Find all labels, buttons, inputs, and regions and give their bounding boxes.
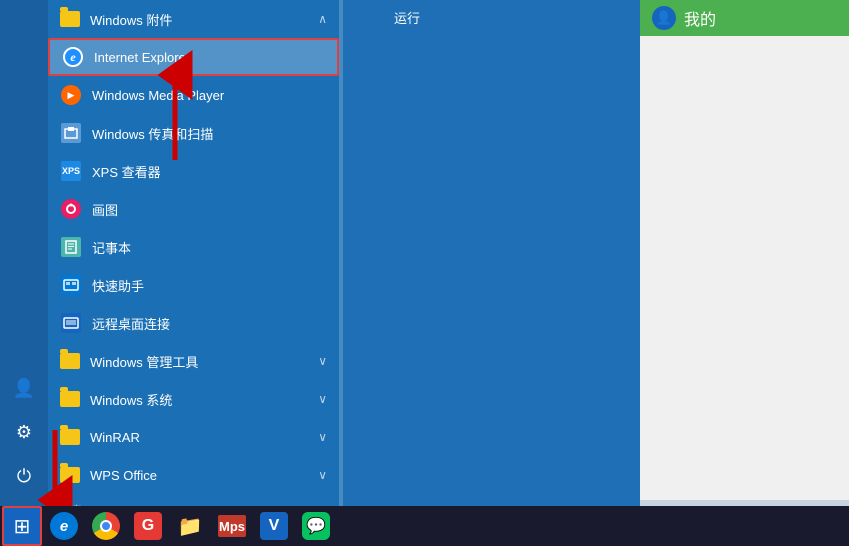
windows-admin-label: Windows 管理工具 bbox=[90, 352, 198, 371]
sidebar-power-icon[interactable]: ⏻ bbox=[4, 456, 44, 496]
folder-system-expand-icon: ∨ bbox=[318, 392, 327, 406]
folder-icon bbox=[60, 11, 80, 27]
windows-system-label: Windows 系统 bbox=[90, 390, 172, 409]
folder-system-icon bbox=[60, 391, 80, 407]
remote-desktop-app-icon bbox=[60, 312, 82, 334]
winrar-item[interactable]: WinRAR ∨ bbox=[48, 418, 339, 456]
fax-app-icon bbox=[60, 122, 82, 144]
start-sidebar: 👤 ⚙ ⏻ bbox=[0, 0, 48, 506]
windows-admin-item[interactable]: Windows 管理工具 ∨ bbox=[48, 342, 339, 380]
folder-wps-expand-icon: ∨ bbox=[318, 468, 327, 482]
desktop: 👤 我的 👤 ⚙ ⏻ Windows 附件 bbox=[0, 0, 849, 546]
windows-accessories-item[interactable]: Windows 附件 ∧ bbox=[48, 0, 339, 38]
remote-desktop-item[interactable]: 远程桌面连接 bbox=[48, 304, 339, 342]
v-app-taskbar-icon[interactable]: V bbox=[254, 506, 294, 546]
user-avatar-icon: 👤 bbox=[652, 6, 676, 30]
tiles-area: 运行 bbox=[343, 0, 640, 506]
folder-expand-icon: ∧ bbox=[318, 12, 327, 26]
fax-label: Windows 传真和扫描 bbox=[92, 124, 213, 143]
winrar-label: WinRAR bbox=[90, 430, 140, 445]
paint-label: 画图 bbox=[92, 200, 118, 219]
folder-admin-icon bbox=[60, 353, 80, 369]
windows-media-player-item[interactable]: ▶ Windows Media Player bbox=[48, 76, 339, 114]
start-menu: 👤 ⚙ ⏻ Windows 附件 ∧ bbox=[0, 0, 640, 506]
windows-media-player-label: Windows Media Player bbox=[92, 88, 224, 103]
paint-app-icon bbox=[60, 198, 82, 220]
app-list-container: Windows 附件 ∧ e Internet Explorer ▶ bbox=[48, 0, 343, 506]
notepad-label: 记事本 bbox=[92, 238, 131, 257]
folder-admin-expand-icon: ∨ bbox=[318, 354, 327, 368]
internet-explorer-label: Internet Explorer bbox=[94, 50, 190, 65]
xps-app-icon: XPS bbox=[60, 160, 82, 182]
app-list: Windows 附件 ∧ e Internet Explorer ▶ bbox=[48, 0, 339, 506]
quick-assist-item[interactable]: 快速助手 bbox=[48, 266, 339, 304]
sidebar-user-icon[interactable]: 👤 bbox=[4, 368, 44, 408]
wmp-app-icon: ▶ bbox=[60, 84, 82, 106]
xps-label: XPS 查看器 bbox=[92, 162, 161, 181]
right-panel-title: 我的 bbox=[684, 6, 716, 30]
internet-explorer-item[interactable]: e Internet Explorer bbox=[48, 38, 339, 76]
ie-app-icon: e bbox=[62, 46, 84, 68]
right-panel-header: 👤 我的 bbox=[640, 0, 849, 36]
edge-taskbar-icon[interactable]: e bbox=[44, 506, 84, 546]
chrome-taskbar-icon[interactable] bbox=[86, 506, 126, 546]
folder-winrar-expand-icon: ∨ bbox=[318, 430, 327, 444]
folder-winrar-icon bbox=[60, 429, 80, 445]
run-label: 运行 bbox=[394, 8, 420, 27]
wechat-taskbar-icon[interactable]: 💬 bbox=[296, 506, 336, 546]
windows-accessories-label: Windows 附件 bbox=[90, 10, 172, 29]
right-panel: 👤 我的 bbox=[639, 0, 849, 500]
windows-fax-item[interactable]: Windows 传真和扫描 bbox=[48, 114, 339, 152]
notepad-item[interactable]: 记事本 bbox=[48, 228, 339, 266]
xps-viewer-item[interactable]: XPS XPS 查看器 bbox=[48, 152, 339, 190]
paint-item[interactable]: 画图 bbox=[48, 190, 339, 228]
scroll-divider bbox=[339, 0, 343, 506]
word-taskbar-icon[interactable]: Mps bbox=[212, 506, 252, 546]
g-app-taskbar-icon[interactable]: G bbox=[128, 506, 168, 546]
windows-system-item[interactable]: Windows 系统 ∨ bbox=[48, 380, 339, 418]
remote-desktop-label: 远程桌面连接 bbox=[92, 314, 170, 333]
wps-office-item[interactable]: WPS Office ∨ bbox=[48, 456, 339, 494]
quick-assist-app-icon bbox=[60, 274, 82, 296]
start-button[interactable]: ⊞ bbox=[2, 506, 42, 546]
taskbar: ⊞ e G 📁 Mps V 💬 bbox=[0, 506, 849, 546]
sidebar-settings-icon[interactable]: ⚙ bbox=[4, 412, 44, 452]
wps-office-label: WPS Office bbox=[90, 468, 157, 483]
file-explorer-taskbar-icon[interactable]: 📁 bbox=[170, 506, 210, 546]
folder-wps-icon bbox=[60, 467, 80, 483]
section-pinyin-j: 拼音J bbox=[48, 494, 339, 506]
notepad-app-icon bbox=[60, 236, 82, 258]
quick-assist-label: 快速助手 bbox=[92, 276, 144, 295]
